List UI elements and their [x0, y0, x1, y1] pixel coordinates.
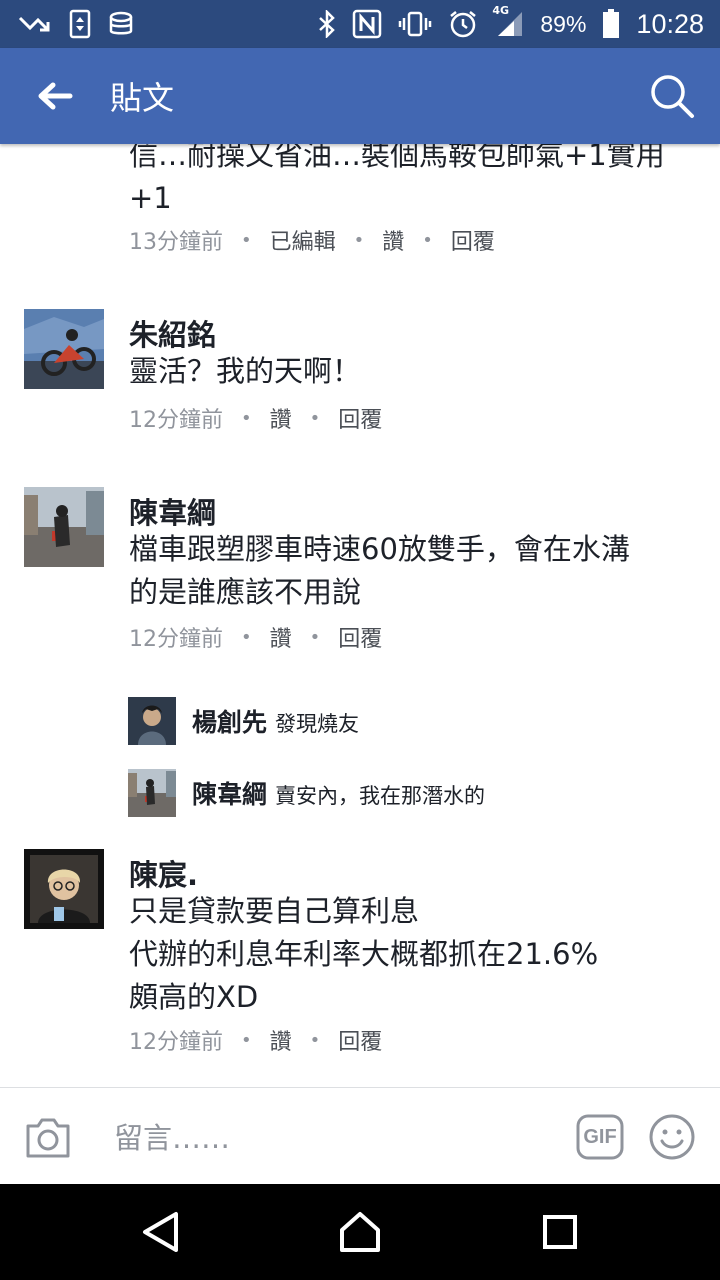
comment-time: 12分鐘前	[129, 408, 223, 433]
search-icon	[648, 72, 696, 120]
search-button[interactable]	[624, 48, 720, 144]
like-button[interactable]: 讚	[382, 224, 404, 256]
like-button[interactable]: 讚	[270, 1024, 292, 1056]
avatar[interactable]	[24, 487, 104, 567]
comment-line: 代辦的利息年利率大概都抓在21.6%	[129, 937, 599, 971]
separator: •	[353, 229, 365, 251]
edited-label[interactable]: 已編輯	[270, 224, 336, 256]
clock: 10:28	[636, 8, 704, 39]
comment-time: 12分鐘前	[129, 1030, 223, 1055]
square-recents-icon	[542, 1214, 578, 1250]
reply-item[interactable]: 楊創先 發現燒友	[128, 697, 708, 745]
comment-time: 12分鐘前	[129, 627, 223, 652]
status-right: 4G 89% 10:28	[318, 4, 704, 40]
comment-line: 的是誰應該不用說	[129, 575, 362, 609]
reply-line: 陳韋綱 賣安內，我在那潛水的	[192, 775, 485, 811]
comment-body: 檔車跟塑膠車時速60放雙手，會在水溝 的是誰應該不用說	[129, 528, 699, 614]
page-title: 貼文	[110, 79, 175, 117]
comment-body: 靈活？我的天啊！	[129, 350, 699, 393]
comment-meta: 12分鐘前 • 讚 • 回覆	[129, 1024, 382, 1056]
camera-button[interactable]	[24, 1114, 72, 1160]
comment-time: 13分鐘前	[129, 230, 223, 255]
reply-author[interactable]: 陳韋綱	[192, 780, 267, 809]
comment-body: 只是貸款要自己算利息 代辦的利息年利率大概都抓在21.6% 頗高的XD	[129, 890, 699, 1019]
nav-recents-button[interactable]	[536, 1208, 584, 1256]
reply-button[interactable]: 回覆	[451, 224, 495, 256]
bluetooth-icon	[318, 10, 336, 38]
battery-percent: 89%	[540, 10, 587, 37]
status-bar: 4G 89% 10:28	[0, 0, 720, 48]
separator: •	[241, 1029, 252, 1051]
nav-back-button[interactable]	[136, 1208, 184, 1256]
like-button[interactable]: 讚	[270, 621, 292, 653]
commenter-name[interactable]: 陳宸.	[129, 852, 198, 894]
reply-button[interactable]: 回覆	[338, 621, 382, 653]
avatar[interactable]	[128, 769, 176, 817]
app-bar: 貼文	[0, 48, 720, 144]
reply-line: 楊創先 發現燒友	[192, 703, 359, 739]
reply-item[interactable]: 陳韋綱 賣安內，我在那潛水的	[128, 769, 708, 817]
database-icon	[108, 11, 134, 37]
comment-line: 檔車跟塑膠車時速60放雙手，會在水溝	[129, 532, 630, 566]
battery-icon	[602, 9, 620, 39]
system-nav-bar	[0, 1184, 720, 1280]
comment-meta: 12分鐘前 • 讚 • 回覆	[129, 402, 382, 434]
comment-line: 信…耐操又省油…裝個馬鞍包帥氣+1實用	[129, 144, 665, 172]
comment-line: 只是貸款要自己算利息	[129, 894, 420, 928]
comment-line: 靈活？我的天啊！	[129, 354, 362, 388]
like-button[interactable]: 讚	[270, 402, 292, 434]
comment-composer: GIF	[0, 1087, 720, 1184]
comment-body: 信…耐操又省油…裝個馬鞍包帥氣+1實用 +1	[129, 144, 699, 220]
separator: •	[309, 407, 321, 429]
camera-icon	[24, 1114, 72, 1160]
comment-meta: 13分鐘前 • 已編輯 • 讚 • 回覆	[129, 224, 495, 256]
status-left	[18, 9, 134, 39]
separator: •	[422, 229, 433, 251]
home-icon	[338, 1210, 382, 1254]
comment-line: +1	[129, 181, 172, 215]
comment-line: 頗高的XD	[129, 980, 259, 1014]
gif-label: GIF	[583, 1126, 617, 1148]
emoji-button[interactable]	[648, 1113, 696, 1161]
reply-text: 發現燒友	[275, 712, 360, 736]
network-label: 4G	[492, 4, 510, 17]
vibrate-icon	[398, 10, 432, 38]
commenter-name[interactable]: 陳韋綱	[129, 490, 216, 532]
reply-button[interactable]: 回覆	[338, 1024, 382, 1056]
comment-list[interactable]: 信…耐操又省油…裝個馬鞍包帥氣+1實用 +1 13分鐘前 • 已編輯 • 讚 •…	[0, 144, 720, 1088]
reply-text: 賣安內，我在那潛水的	[275, 784, 486, 808]
separator: •	[309, 1029, 321, 1051]
separator: •	[241, 626, 252, 648]
avatar[interactable]	[24, 309, 104, 389]
avatar[interactable]	[24, 849, 104, 929]
gif-button[interactable]: GIF	[576, 1114, 624, 1160]
arrow-back-icon	[37, 81, 73, 111]
nfc-icon	[352, 9, 382, 39]
commenter-name[interactable]: 朱紹銘	[129, 312, 216, 354]
back-button[interactable]	[0, 48, 110, 144]
signal-icon: 4G	[492, 4, 524, 38]
smiley-icon	[648, 1113, 696, 1161]
nav-home-button[interactable]	[336, 1208, 384, 1256]
avatar[interactable]	[128, 697, 176, 745]
separator: •	[241, 229, 252, 251]
screenshot-icon	[68, 9, 92, 39]
missed-call-icon	[18, 12, 52, 36]
reply-author[interactable]: 楊創先	[192, 708, 267, 737]
alarm-icon	[448, 9, 478, 39]
triangle-back-icon	[140, 1210, 180, 1254]
comment-meta: 12分鐘前 • 讚 • 回覆	[129, 621, 382, 653]
separator: •	[241, 407, 252, 429]
comment-input[interactable]	[112, 1112, 536, 1164]
separator: •	[309, 626, 321, 648]
reply-button[interactable]: 回覆	[338, 402, 382, 434]
